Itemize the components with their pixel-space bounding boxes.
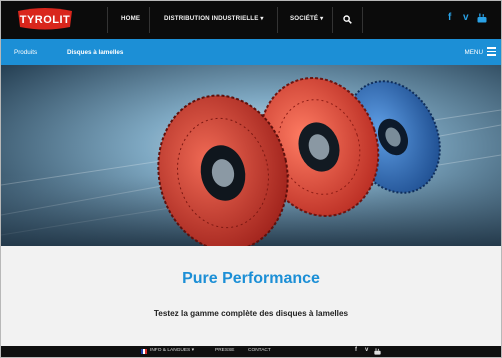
vimeo-icon[interactable]: v (463, 12, 469, 23)
vimeo-icon[interactable]: v (365, 347, 368, 353)
promo-title: Pure Performance (182, 270, 320, 287)
footer-bar: INFO & LANGUES ▾ PRESSE CONTACT f v (1, 346, 501, 357)
facebook-icon[interactable]: f (448, 12, 451, 23)
nav-societe[interactable]: SOCIÉTÉ ▾ (290, 15, 323, 22)
top-navigation: TYROLIT HOME DISTRIBUTION INDUSTRIELLE ▾… (1, 1, 501, 39)
breadcrumb-produits[interactable]: Produits (14, 49, 37, 56)
footer-contact[interactable]: CONTACT (248, 348, 271, 353)
nav-societe-label: SOCIÉTÉ (290, 15, 319, 22)
footer-presse[interactable]: PRESSE (215, 348, 234, 353)
footer-info-label: INFO & LANGUES (150, 348, 191, 353)
nav-divider (107, 7, 108, 33)
search-icon[interactable] (343, 15, 352, 24)
menu-label[interactable]: MENU (464, 49, 483, 56)
logo-text: TYROLIT (20, 14, 71, 26)
breadcrumb-bar: Produits Disques à lamelles MENU (1, 39, 501, 65)
facebook-icon[interactable]: f (355, 347, 357, 353)
nav-home[interactable]: HOME (121, 15, 140, 22)
nav-divider (362, 7, 363, 33)
hero-image (1, 65, 501, 246)
chevron-down-icon: ▾ (320, 15, 324, 22)
french-flag-icon (141, 349, 147, 354)
nav-divider (277, 7, 278, 33)
promo-subtitle: Testez la gamme complète des disques à l… (153, 309, 349, 318)
promo-band: Pure Performance Testez la gamme complèt… (1, 246, 501, 346)
tyrolit-logo[interactable]: TYROLIT (15, 7, 75, 31)
footer-info-langues[interactable]: INFO & LANGUES ▾ (150, 348, 194, 353)
hamburger-menu-icon[interactable] (487, 47, 496, 56)
youtube-icon[interactable] (374, 348, 381, 355)
nav-divider (332, 7, 333, 33)
breadcrumb-current: Disques à lamelles (67, 49, 124, 56)
nav-divider (149, 7, 150, 33)
nav-distribution-industrielle[interactable]: DISTRIBUTION INDUSTRIELLE ▾ (164, 15, 264, 22)
chevron-down-icon: ▾ (191, 348, 195, 353)
youtube-icon[interactable] (477, 13, 487, 23)
nav-distribution-label: DISTRIBUTION INDUSTRIELLE (164, 15, 259, 22)
chevron-down-icon: ▾ (260, 15, 264, 22)
hero-banner (1, 65, 501, 246)
